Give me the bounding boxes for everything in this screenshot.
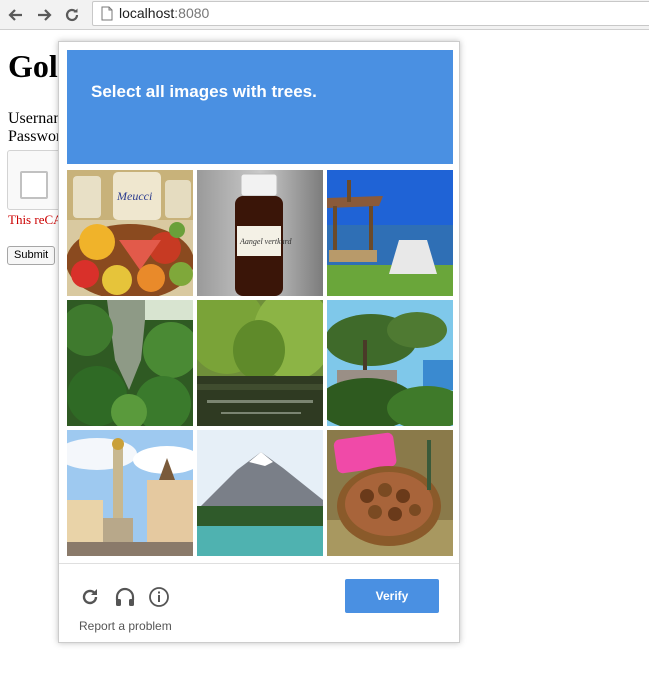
recaptcha-checkbox[interactable] xyxy=(20,171,48,199)
headphones-icon[interactable] xyxy=(114,586,136,608)
reload-page-icon[interactable] xyxy=(61,4,83,26)
svg-text:Aangel vertkard: Aangel vertkard xyxy=(239,237,292,246)
image-tile-mountain-lake[interactable] xyxy=(197,430,323,556)
browser-toolbar: localhost:8080 xyxy=(0,0,649,30)
page-document-icon xyxy=(101,6,113,24)
address-bar[interactable]: localhost:8080 xyxy=(92,1,649,26)
image-tile-nut-basket[interactable] xyxy=(327,430,453,556)
verify-button[interactable]: Verify xyxy=(345,579,439,613)
reload-icon[interactable] xyxy=(79,586,101,608)
image-tile-baroque-square[interactable] xyxy=(67,430,193,556)
page-title: Gol xyxy=(8,48,58,84)
username-label: Usernan xyxy=(8,110,62,127)
challenge-keyword: trees xyxy=(271,82,313,101)
image-tile-tropical-trees[interactable] xyxy=(327,300,453,426)
challenge-prompt: Select all images with trees. xyxy=(91,82,317,101)
forward-arrow-icon[interactable] xyxy=(33,4,55,26)
back-arrow-icon[interactable] xyxy=(5,4,27,26)
url-text: localhost:8080 xyxy=(119,5,210,21)
challenge-footer: Verify Report a problem xyxy=(59,563,459,642)
image-grid: Meucci Aangel vertkard xyxy=(67,170,453,556)
svg-text:Meucci: Meucci xyxy=(116,189,152,203)
image-tile-fruit-basket[interactable]: Meucci xyxy=(67,170,193,296)
report-problem-link[interactable]: Report a problem xyxy=(79,619,172,633)
password-label: Passwor xyxy=(8,128,62,145)
image-tile-willow-pond[interactable] xyxy=(197,300,323,426)
submit-button[interactable]: Submit xyxy=(7,246,56,265)
challenge-header: Select all images with trees. xyxy=(67,50,453,164)
captcha-challenge-dialog: Select all images with trees. Meucci Aan… xyxy=(58,41,460,643)
image-tile-bottle[interactable]: Aangel vertkard xyxy=(197,170,323,296)
image-tile-forest-cliff[interactable] xyxy=(67,300,193,426)
image-tile-gazebo-lake[interactable] xyxy=(327,170,453,296)
info-icon[interactable] xyxy=(148,586,170,608)
recaptcha-error-text: This reCA xyxy=(8,212,63,227)
